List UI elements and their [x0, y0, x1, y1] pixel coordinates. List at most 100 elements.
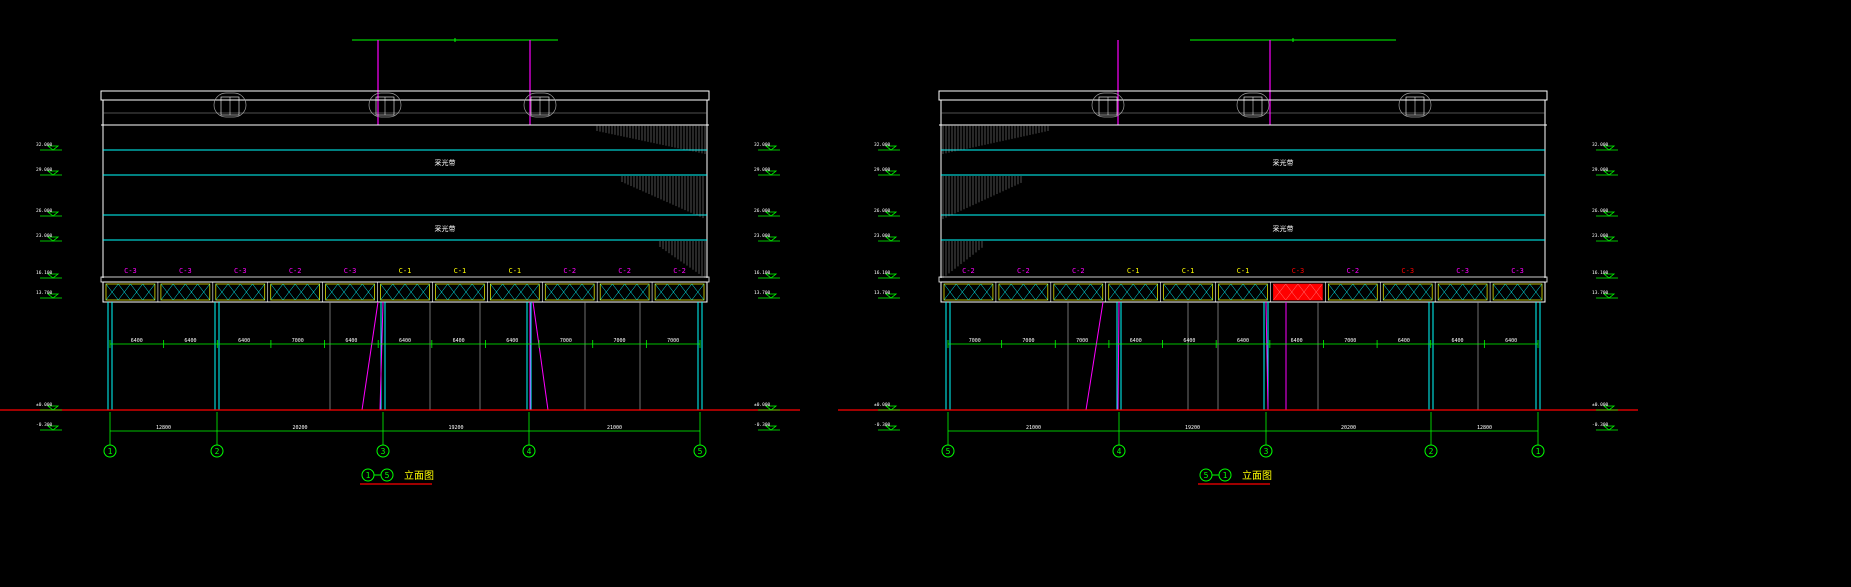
level-label: 16.100 — [1592, 270, 1609, 276]
inner-dimension-label: 7000 — [667, 338, 679, 344]
inner-dimension-label: 7000 — [1344, 338, 1356, 344]
level-label: 23.000 — [754, 233, 771, 239]
bay-dimension-label: 21000 — [607, 425, 622, 431]
window-tag: C-1 — [1127, 267, 1140, 275]
caption-title: 立面图 — [1242, 469, 1272, 482]
axis-bubble-label: 5 — [698, 447, 703, 456]
inner-dimension-label: 7000 — [292, 338, 304, 344]
window-tag: C-3 — [234, 267, 247, 275]
window-tag: C-3 — [344, 267, 357, 275]
cad-drawing-canvas: 采光带采光带C-3 C-3 C-3 C-2 C-3 C-1 C-1 C-1 C-2 C-2 C-26… — [0, 0, 1851, 587]
inner-dimension-label: 6400 — [238, 338, 250, 344]
inner-dimension-label: 7000 — [560, 338, 572, 344]
level-label: 29.000 — [36, 167, 53, 173]
level-label: 23.000 — [874, 233, 891, 239]
window-tag: C-1 — [1182, 267, 1195, 275]
level-label: 32.000 — [36, 142, 53, 148]
level-label: 26.000 — [36, 208, 53, 214]
caption-axis-label: 1 — [1223, 471, 1228, 480]
window-tag: C-3 — [1401, 267, 1414, 275]
inner-dimension-label: 6400 — [399, 338, 411, 344]
inner-dimension-label: 6400 — [1452, 338, 1464, 344]
level-label: 29.000 — [1592, 167, 1609, 173]
level-label: 32.000 — [1592, 142, 1609, 148]
axis-bubble-label: 5 — [946, 447, 951, 456]
window-tag: C-2 — [1346, 267, 1359, 275]
bay-dimension-label: 20200 — [1341, 425, 1356, 431]
window-tag: C-1 — [1237, 267, 1250, 275]
level-label: 26.000 — [754, 208, 771, 214]
window-tag: C-2 — [618, 267, 631, 275]
window-tag: C-2 — [563, 267, 576, 275]
inner-dimension-label: 6400 — [1183, 338, 1195, 344]
inner-dimension-label: 6400 — [345, 338, 357, 344]
window-tag: C-2 — [673, 267, 686, 275]
inner-dimension-label: 6400 — [453, 338, 465, 344]
window-tag: C-3 — [1456, 267, 1469, 275]
window-highlight — [1273, 284, 1323, 300]
axis-bubble-label: 4 — [527, 447, 532, 456]
bay-dimension-label: 19200 — [448, 425, 463, 431]
inner-dimension-label: 7000 — [614, 338, 626, 344]
caption-title: 立面图 — [404, 469, 434, 482]
level-label: 29.000 — [874, 167, 891, 173]
window-tag: C-3 — [1511, 267, 1524, 275]
level-label: -0.300 — [36, 422, 53, 428]
level-label: 16.100 — [36, 270, 53, 276]
window-tag: C-1 — [508, 267, 521, 275]
inner-dimension-label: 6400 — [1398, 338, 1410, 344]
inner-dimension-label: 6400 — [1505, 338, 1517, 344]
drawing-background — [0, 0, 1851, 587]
lower-band-label: 采光带 — [435, 224, 456, 233]
level-label: 29.000 — [754, 167, 771, 173]
inner-dimension-label: 6400 — [131, 338, 143, 344]
level-label: ±0.000 — [754, 402, 771, 408]
inner-dimension-label: 6400 — [506, 338, 518, 344]
level-label: 32.000 — [754, 142, 771, 148]
inner-dimension-label: 6400 — [1291, 338, 1303, 344]
level-label: ±0.000 — [1592, 402, 1609, 408]
level-label: 23.000 — [1592, 233, 1609, 239]
lower-band-label: 采光带 — [1273, 224, 1294, 233]
window-tag: C-3 — [1292, 267, 1305, 275]
level-label: 16.100 — [754, 270, 771, 276]
window-tag: C-2 — [1072, 267, 1085, 275]
inner-dimension-label: 7000 — [1076, 338, 1088, 344]
window-tag: C-3 — [124, 267, 137, 275]
mid-band-label: 采光带 — [1273, 158, 1294, 167]
level-label: ±0.000 — [874, 402, 891, 408]
axis-bubble-label: 4 — [1117, 447, 1122, 456]
axis-bubble-label: 3 — [1264, 447, 1269, 456]
bay-dimension-label: 12800 — [156, 425, 171, 431]
bay-dimension-label: 12800 — [1477, 425, 1492, 431]
window-tag: C-2 — [1017, 267, 1030, 275]
level-label: 26.000 — [874, 208, 891, 214]
axis-bubble-label: 1 — [108, 447, 113, 456]
window-tag: C-1 — [454, 267, 467, 275]
axis-bubble-label: 2 — [1429, 447, 1434, 456]
inner-dimension-label: 6400 — [184, 338, 196, 344]
level-label: 32.000 — [874, 142, 891, 148]
inner-dimension-label: 6400 — [1130, 338, 1142, 344]
window-tag: C-1 — [399, 267, 412, 275]
inner-dimension-label: 7000 — [1022, 338, 1034, 344]
level-label: 13.700 — [874, 290, 891, 296]
level-label: -0.300 — [1592, 422, 1609, 428]
level-label: -0.300 — [754, 422, 771, 428]
inner-dimension-label: 7000 — [969, 338, 981, 344]
bay-dimension-label: 21000 — [1026, 425, 1041, 431]
axis-bubble-label: 1 — [1536, 447, 1541, 456]
window-tag: C-3 — [179, 267, 192, 275]
caption-axis-label: 1 — [366, 471, 371, 480]
level-label: ±0.000 — [36, 402, 53, 408]
level-label: 13.700 — [36, 290, 53, 296]
bay-dimension-label: 19200 — [1185, 425, 1200, 431]
inner-dimension-label: 6400 — [1237, 338, 1249, 344]
level-label: -0.300 — [874, 422, 891, 428]
level-label: 13.700 — [1592, 290, 1609, 296]
caption-axis-label: 5 — [385, 471, 390, 480]
mid-band-label: 采光带 — [435, 158, 456, 167]
window-tag: C-2 — [962, 267, 975, 275]
level-label: 13.700 — [754, 290, 771, 296]
level-label: 23.000 — [36, 233, 53, 239]
